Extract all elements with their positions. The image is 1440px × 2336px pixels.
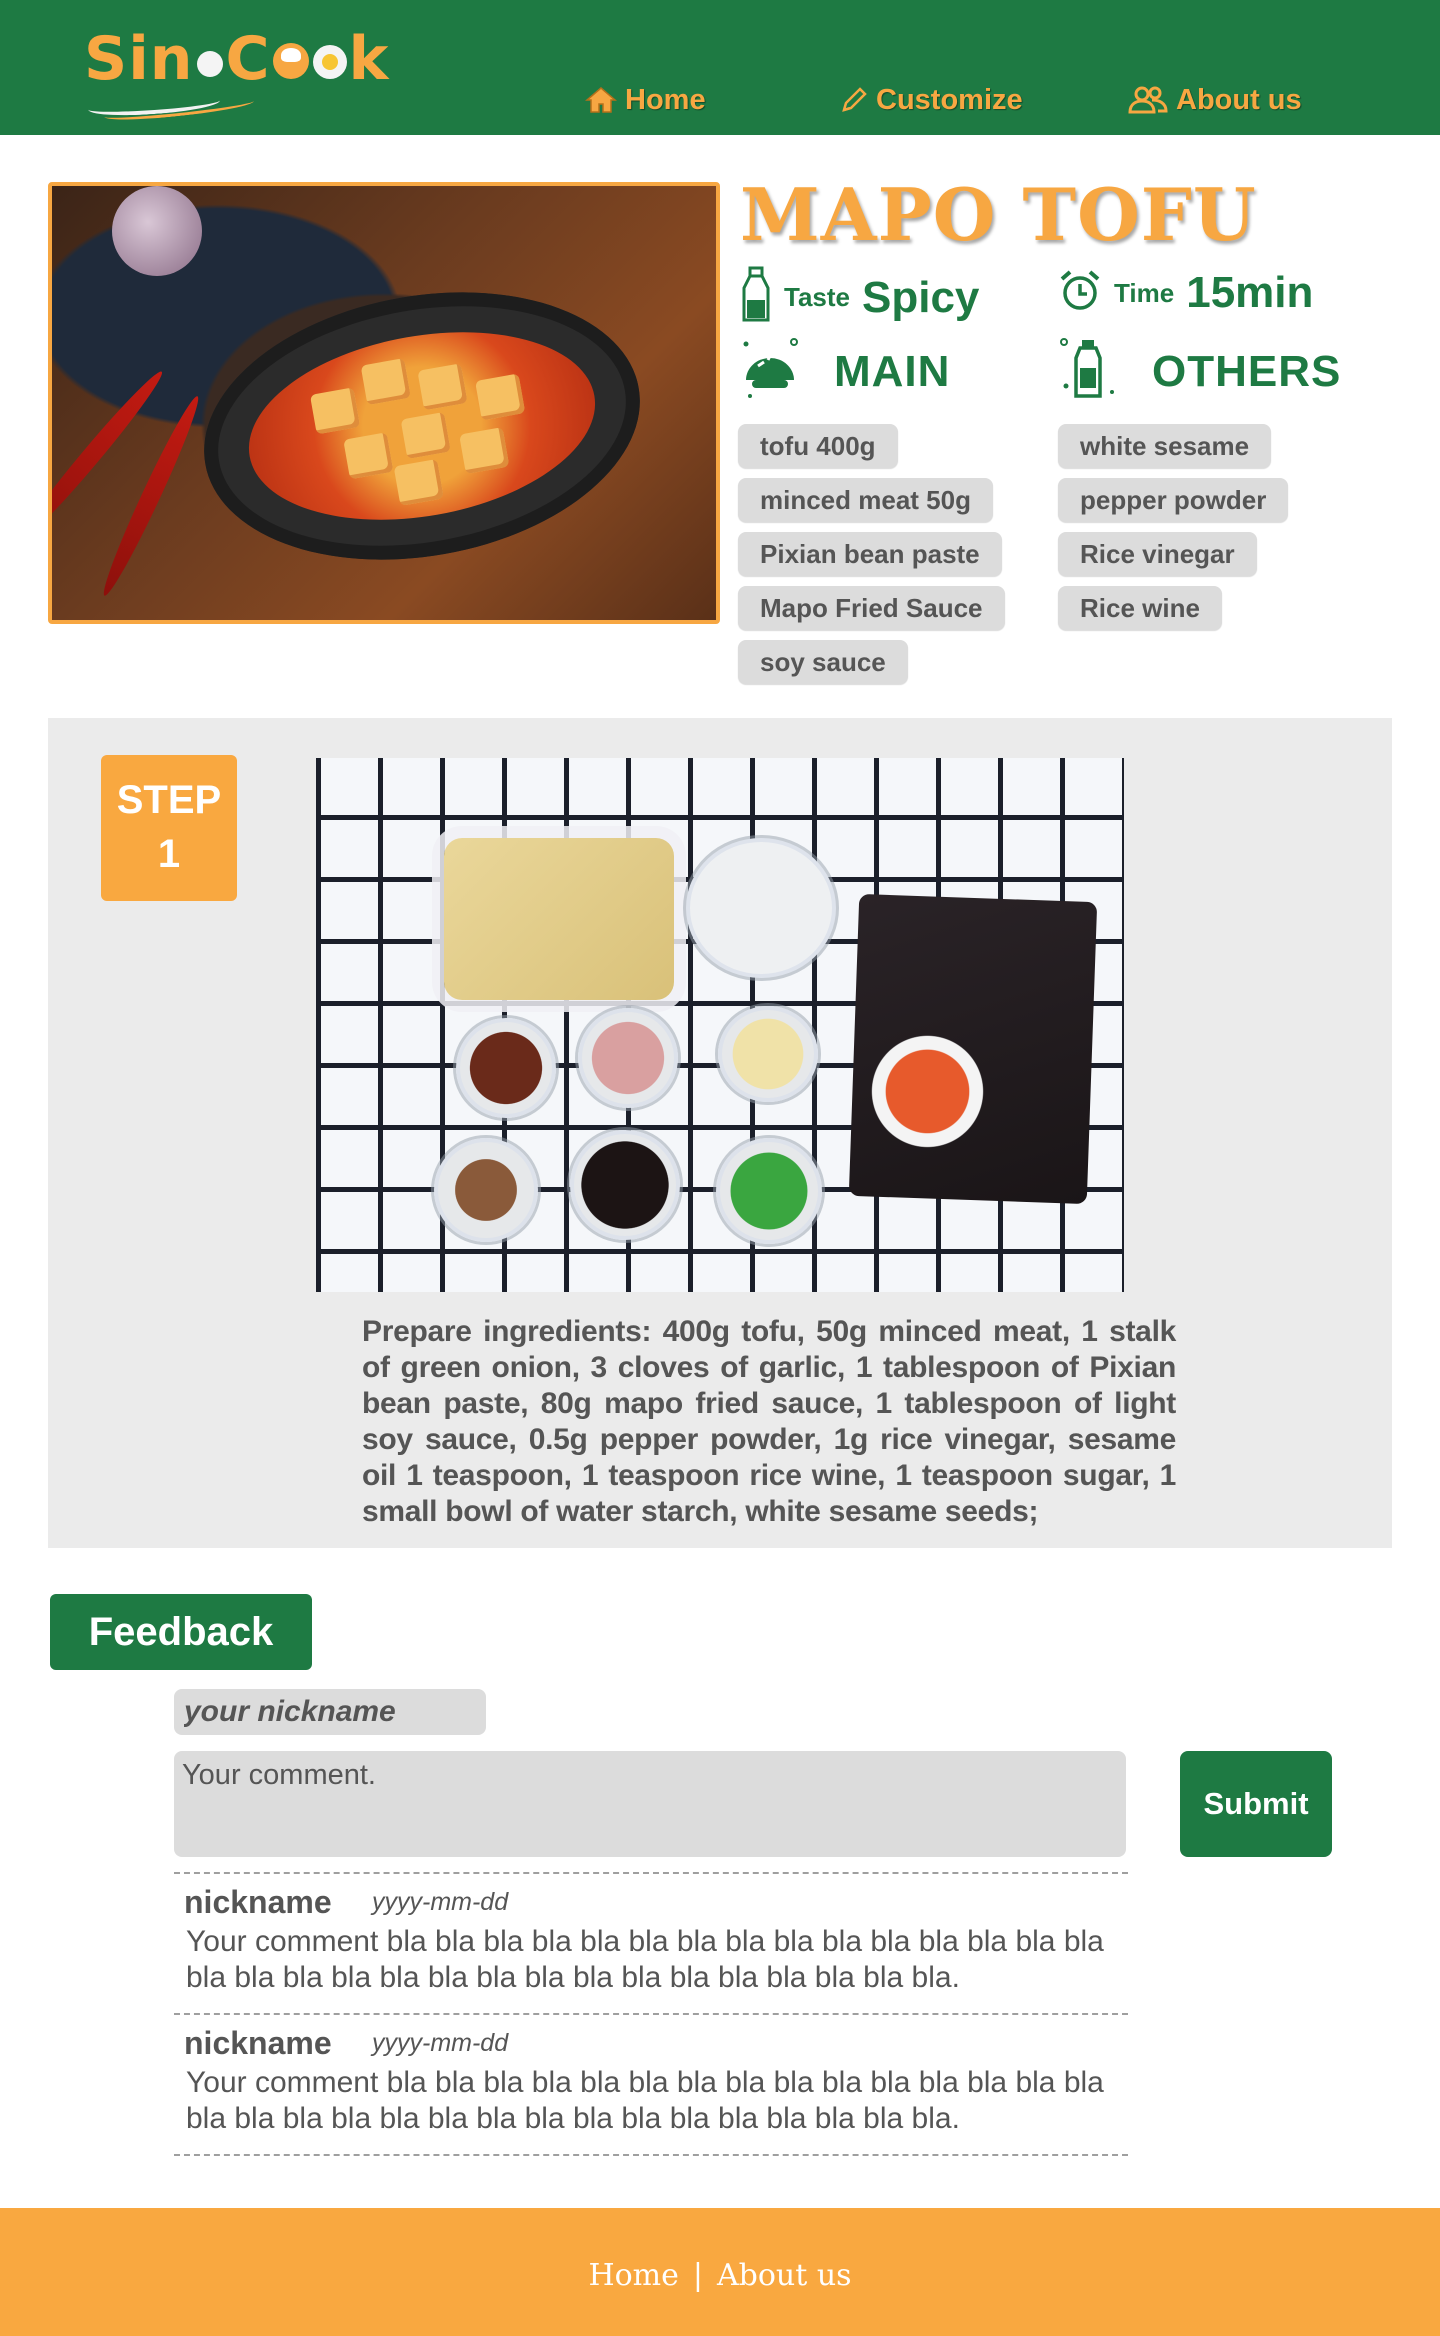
comment-textarea[interactable] xyxy=(174,1751,1126,1857)
garlic-bowl-illustration xyxy=(718,1006,818,1102)
feedback-title: Feedback xyxy=(50,1594,312,1670)
starch-bowl-illustration xyxy=(686,838,836,978)
comment-item: nickname yyyy-mm-dd Your comment bla bla… xyxy=(174,2015,1128,2154)
nav-customize[interactable]: Customize xyxy=(840,76,1023,124)
nav-about[interactable]: About us xyxy=(1128,76,1302,124)
site-header: Sin Ck Home Customize About us xyxy=(0,0,1440,135)
step-label: STEP xyxy=(116,778,222,822)
ingredient-chip: Rice vinegar xyxy=(1058,532,1257,576)
comment-list: nickname yyyy-mm-dd Your comment bla bla… xyxy=(174,1872,1128,2156)
bean-paste-bowl-illustration xyxy=(456,1018,556,1118)
step-ingredients-photo xyxy=(316,758,1124,1292)
pepper-bowl-illustration xyxy=(434,1138,538,1242)
logo-wordmark: Sin Ck xyxy=(84,24,390,94)
comment-nickname: nickname xyxy=(184,1884,332,1920)
comment-text: Your comment bla bla bla bla bla bla bla… xyxy=(186,2066,1104,2135)
step-panel: STEP 1 Prepare ingredients: 400g tofu, 5… xyxy=(48,718,1392,1548)
site-footer: Home | About us xyxy=(0,2208,1440,2336)
footer-links: Home | About us xyxy=(0,2258,1440,2293)
ingredient-chip: pepper powder xyxy=(1058,478,1289,522)
other-ingredients-list: white sesame pepper powder Rice vinegar … xyxy=(1058,424,1289,630)
bowl-illustration xyxy=(182,259,662,593)
alarm-clock-icon xyxy=(1058,269,1102,318)
ingredient-chip: Mapo Fried Sauce xyxy=(738,586,1005,630)
mapo-tofu-photo xyxy=(48,182,720,624)
recipe-title: MAPO TOFU xyxy=(740,172,1257,257)
tofu-block-illustration xyxy=(444,838,674,1000)
taste-info: Taste Spicy xyxy=(740,266,979,329)
divider xyxy=(174,2154,1128,2156)
nickname-input[interactable] xyxy=(174,1689,486,1735)
dish-icon xyxy=(740,336,800,407)
step-number: 1 xyxy=(157,832,181,876)
others-title: OTHERS xyxy=(1152,346,1342,396)
mapo-sauce-packet-illustration xyxy=(848,893,1098,1205)
time-label: Time xyxy=(1114,277,1175,308)
footer-home-link[interactable]: Home xyxy=(588,2258,678,2293)
pencil-icon xyxy=(840,86,868,114)
nav-home[interactable]: Home xyxy=(585,76,706,124)
minced-meat-bowl-illustration xyxy=(578,1008,678,1108)
green-onion-bowl-illustration xyxy=(716,1138,822,1244)
nav-home-label: Home xyxy=(625,83,706,116)
nav-about-label: About us xyxy=(1176,83,1302,116)
nav-customize-label: Customize xyxy=(876,83,1023,116)
bottle-icon xyxy=(740,266,772,329)
ingredient-chip: white sesame xyxy=(1058,424,1272,468)
ingredient-chip: minced meat 50g xyxy=(738,478,993,522)
garlic-illustration xyxy=(112,186,202,276)
footer-about-link[interactable]: About us xyxy=(717,2258,852,2293)
main-section-heading: MAIN xyxy=(740,336,950,407)
ingredient-chip: Rice wine xyxy=(1058,586,1222,630)
taste-label: Taste xyxy=(784,282,850,312)
ingredient-chip: Pixian bean paste xyxy=(738,532,1002,576)
submit-button[interactable]: Submit xyxy=(1180,1751,1332,1857)
soy-sauce-bowl-illustration xyxy=(570,1130,680,1240)
sinocook-logo[interactable]: Sin Ck xyxy=(84,24,388,124)
chili-illustration xyxy=(52,365,169,547)
main-ingredients-list: tofu 400g minced meat 50g Pixian bean pa… xyxy=(738,424,1005,684)
time-value: 15min xyxy=(1186,268,1314,317)
footer-separator: | xyxy=(692,2258,703,2293)
ingredient-chip: soy sauce xyxy=(738,640,908,684)
users-icon xyxy=(1128,85,1168,115)
comment-date: yyyy-mm-dd xyxy=(372,1888,509,1916)
main-title: MAIN xyxy=(834,346,951,396)
home-icon xyxy=(585,85,617,115)
comment-nickname: nickname xyxy=(184,2025,332,2061)
others-section-heading: OTHERS xyxy=(1058,336,1341,407)
comment-item: nickname yyyy-mm-dd Your comment bla bla… xyxy=(174,1874,1128,2013)
ingredient-chip: tofu 400g xyxy=(738,424,898,468)
step-description: Prepare ingredients: 400g tofu, 50g minc… xyxy=(362,1315,1176,1528)
seasoning-jar-icon xyxy=(1058,336,1118,407)
taste-value: Spicy xyxy=(862,272,980,322)
comment-text: Your comment bla bla bla bla bla bla bla… xyxy=(186,1925,1104,1994)
time-info: Time 15min xyxy=(1058,268,1313,318)
step-badge: STEP 1 xyxy=(101,755,237,901)
comment-date: yyyy-mm-dd xyxy=(372,2029,509,2057)
